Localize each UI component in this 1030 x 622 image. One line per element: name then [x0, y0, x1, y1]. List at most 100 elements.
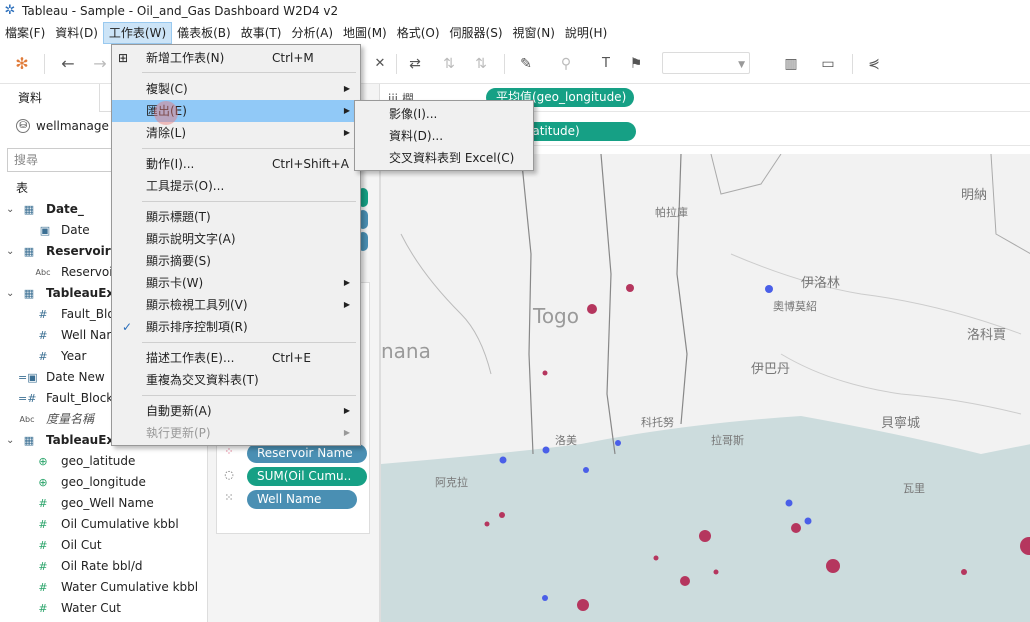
field-item[interactable]: # Oil Rate bbl/d [0, 556, 208, 577]
menu-help[interactable]: 說明(H) [560, 22, 612, 44]
menu-map[interactable]: 地圖(M) [338, 22, 392, 44]
fit-dropdown[interactable]: ▼ [662, 52, 750, 74]
menu-item-label: 重複為交叉資料表(T) [146, 373, 259, 387]
field-label: Oil Cumulative kbbl [61, 517, 179, 531]
group-icon[interactable]: ⚲ [554, 52, 578, 76]
globe-icon: ⊕ [38, 455, 48, 468]
menu-item-label: 顯示卡(W) [146, 276, 204, 290]
chevron-down-icon[interactable]: ⌄ [6, 199, 14, 220]
chevron-down-icon[interactable]: ⌄ [6, 241, 14, 262]
toolbar-divider [504, 54, 505, 74]
map-mark [1020, 537, 1030, 555]
menu-item-run-update[interactable]: 執行更新(P) ▶ [112, 422, 360, 444]
worksheet-menu: ⊞ 新增工作表(N) Ctrl+M 複製(C) ▶ 匯出(E) ▶ 清除(L) ▶ 動作(… [111, 44, 361, 446]
field-label: Oil Rate bbl/d [61, 559, 143, 573]
menu-data[interactable]: 資料(D) [50, 22, 103, 44]
map-mark [542, 370, 548, 376]
toolbar-divider [44, 54, 45, 74]
submenu-item-data[interactable]: 資料(D)... [355, 125, 533, 147]
field-item[interactable]: ⊕ geo_latitude [0, 451, 208, 472]
menu-server[interactable]: 伺服器(S) [445, 22, 508, 44]
menu-item-describe-sheet[interactable]: 描述工作表(E)... Ctrl+E [112, 347, 360, 369]
menu-format[interactable]: 格式(O) [392, 22, 445, 44]
menu-item-label: 交叉資料表到 Excel(C) [389, 151, 515, 165]
sort-desc-icon[interactable]: ⇅ [470, 52, 492, 76]
field-item[interactable]: # geo_Well Name [0, 493, 208, 514]
detail-mark-icon[interactable]: ⁙ [221, 491, 237, 507]
pin-icon[interactable]: ⚑ [624, 52, 648, 76]
menu-item-clear[interactable]: 清除(L) ▶ [112, 122, 360, 144]
share-icon[interactable]: ⋞ [862, 52, 886, 76]
marks-pill-well-name[interactable]: Well Name [247, 490, 357, 509]
menu-item-show-view-toolbar[interactable]: 顯示檢視工具列(V) ▶ [112, 294, 360, 316]
menu-item-duplicate-crosstab[interactable]: 重複為交叉資料表(T) [112, 369, 360, 391]
mouse-cursor-icon [154, 101, 178, 125]
field-label: Date New [46, 370, 105, 384]
menu-item-show-title[interactable]: 顯示標題(T) [112, 206, 360, 228]
highlight-icon[interactable]: ✎ [514, 52, 538, 76]
submenu-item-crosstab-excel[interactable]: 交叉資料表到 Excel(C) [355, 147, 533, 169]
menu-item-show-caption[interactable]: 顯示說明文字(A) [112, 228, 360, 250]
menu-item-new-worksheet[interactable]: ⊞ 新增工作表(N) Ctrl+M [112, 47, 360, 69]
menu-worksheet[interactable]: 工作表(W) [102, 22, 173, 44]
menu-analysis[interactable]: 分析(A) [286, 22, 338, 44]
color-mark-icon[interactable]: ⁘ [221, 445, 237, 461]
menu-window[interactable]: 視窗(N) [508, 22, 560, 44]
clear-sheet-icon[interactable]: ✕ [370, 52, 390, 76]
number-icon: # [38, 329, 48, 342]
calendar-icon: ▣ [39, 224, 51, 237]
chevron-right-icon: ▶ [343, 278, 350, 287]
chevron-right-icon: ▶ [343, 128, 350, 137]
map-mark [826, 559, 840, 573]
number-icon: # [38, 518, 48, 531]
chevron-down-icon[interactable]: ⌄ [6, 283, 14, 304]
menu-item-show-cards[interactable]: 顯示卡(W) ▶ [112, 272, 360, 294]
menu-item-actions[interactable]: 動作(I)... Ctrl+Shift+A [112, 153, 360, 175]
menu-item-show-summary[interactable]: 顯示摘要(S) [112, 250, 360, 272]
swap-icon[interactable]: ⇄ [404, 52, 426, 76]
size-mark-icon[interactable]: ◌ [221, 468, 237, 484]
map-view[interactable]: Togo nana 帕拉庫 伊洛林 奧博莫紹 洛科賈 伊巴丹 科托努 拉哥斯 洛… [380, 154, 1030, 622]
map-mark [542, 446, 550, 454]
submenu-item-image[interactable]: 影像(I)... [355, 103, 533, 125]
date-calc-icon: =▣ [18, 371, 38, 384]
sort-asc-icon[interactable]: ⇅ [438, 52, 460, 76]
search-input[interactable]: 搜尋 [7, 148, 127, 172]
menu-item-show-sort-controls[interactable]: ✓ 顯示排序控制項(R) [112, 316, 360, 338]
field-item[interactable]: ⊕ geo_longitude [0, 472, 208, 493]
undo-icon[interactable]: ← [56, 52, 80, 76]
marks-pill-reservoir[interactable]: Reservoir Name [247, 444, 367, 463]
marks-pill-oil-cumulative[interactable]: SUM(Oil Cumu.. [247, 467, 367, 486]
field-label: Date_ [46, 202, 84, 216]
menu-item-copy[interactable]: 複製(C) ▶ [112, 78, 360, 100]
show-me-icon[interactable]: ▥ [776, 52, 806, 76]
menu-dashboard[interactable]: 儀表板(B) [172, 22, 236, 44]
label-icon[interactable]: T [594, 52, 618, 76]
datasource-item[interactable]: ⛁ wellmanage [0, 114, 109, 138]
field-label: geo_Well Name [61, 496, 154, 510]
chevron-down-icon[interactable]: ⌄ [6, 430, 14, 451]
menu-item-auto-update[interactable]: 自動更新(A) ▶ [112, 400, 360, 422]
field-item[interactable]: # Oil Cut [0, 535, 208, 556]
menu-item-label: 顯示檢視工具列(V) [146, 298, 248, 312]
menu-bar: 檔案(F) 資料(D) 工作表(W) 儀表板(B) 故事(T) 分析(A) 地圖… [0, 22, 1030, 44]
checkmark-icon: ✓ [122, 320, 133, 334]
number-icon: # [38, 539, 48, 552]
field-item[interactable]: # Oil Cumulative kbbl [0, 514, 208, 535]
field-item[interactable]: # Water Cumulative kbbl [0, 577, 208, 598]
tableau-home-icon[interactable]: ✻ [10, 52, 34, 76]
redo-icon[interactable]: → [88, 52, 112, 76]
tab-data[interactable]: 資料 [0, 84, 100, 112]
menu-item-export[interactable]: 匯出(E) ▶ [112, 100, 360, 122]
field-item[interactable]: # Water Cut [0, 598, 208, 619]
number-calc-icon: =# [18, 392, 37, 405]
map-mark [791, 523, 801, 533]
menu-item-tooltip[interactable]: 工具提示(O)... [112, 175, 360, 197]
map-mark [484, 521, 490, 527]
table-icon: ▦ [23, 245, 35, 258]
menu-file[interactable]: 檔案(F) [0, 22, 50, 44]
menu-story[interactable]: 故事(T) [236, 22, 287, 44]
presentation-icon[interactable]: ▭ [816, 52, 840, 76]
menu-item-label: 清除(L) [146, 126, 187, 140]
map-mark [615, 440, 621, 446]
